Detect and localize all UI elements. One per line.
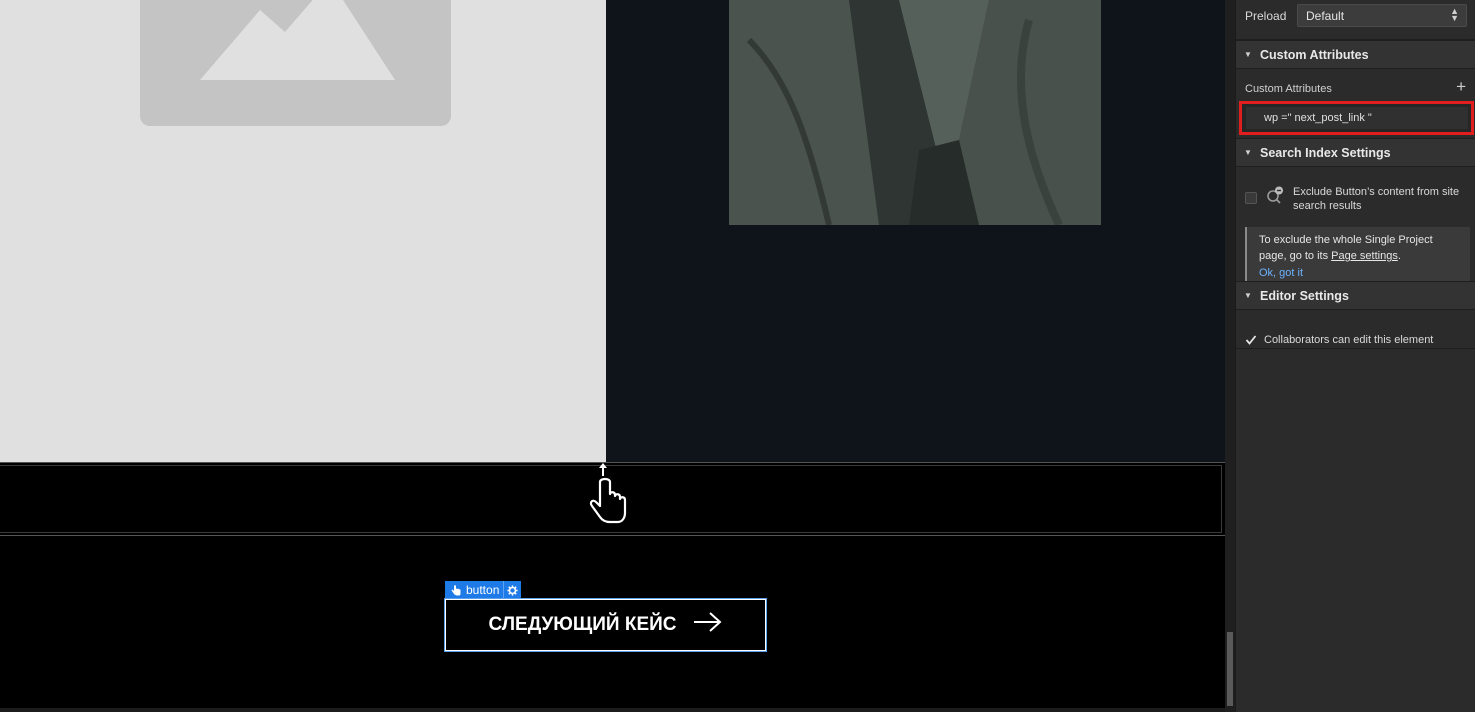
project-photo-section[interactable] (606, 0, 1225, 462)
canvas-scrollbar[interactable] (1225, 0, 1235, 712)
element-settings-panel: Preload Default ▲ ▼ ▼ Custom Attributes C… (1235, 0, 1475, 712)
collaborators-checkbox[interactable] (1245, 334, 1257, 346)
canvas-scrollbar-thumb[interactable] (1227, 632, 1233, 706)
caret-down-icon: ▼ (1244, 148, 1252, 157)
caret-down-icon: ▼ (1244, 50, 1252, 59)
preload-row: Preload Default ▲ ▼ (1236, 0, 1475, 40)
info-suffix: . (1397, 250, 1401, 262)
search-exclude-icon (1266, 186, 1284, 207)
editor-settings-body: Collaborators can edit this element (1236, 311, 1475, 349)
hand-icon (445, 584, 464, 596)
canvas-bottom-bar (0, 708, 1225, 712)
arrow-right-icon (693, 611, 723, 639)
preload-select[interactable]: Default ▲ ▼ (1297, 4, 1467, 27)
select-arrows-icon: ▲ ▼ (1450, 6, 1459, 23)
next-case-button-label: СЛЕДУЮЩИЙ КЕЙС (488, 614, 677, 635)
search-index-body: Exclude Button’s content from site searc… (1236, 168, 1475, 285)
exclude-search-checkbox[interactable] (1245, 192, 1257, 204)
custom-attributes-label: Custom Attributes (1245, 83, 1332, 95)
search-index-header[interactable]: ▼ Search Index Settings (1236, 138, 1475, 167)
next-case-button[interactable]: СЛЕДУЮЩИЙ КЕЙС (444, 598, 767, 652)
collaborators-label: Collaborators can edit this element (1264, 334, 1434, 346)
add-attribute-button[interactable]: + (1456, 77, 1466, 97)
image-placeholder-icon (140, 0, 451, 126)
image-placeholder-section[interactable] (0, 0, 606, 462)
custom-attribute-row[interactable]: wp =" next_post_link " (1239, 101, 1474, 135)
editor-settings-heading: Editor Settings (1260, 288, 1349, 303)
project-photo (729, 0, 1101, 225)
checkmark-icon (1245, 335, 1257, 345)
editor-settings-header[interactable]: ▼ Editor Settings (1236, 281, 1475, 310)
search-index-heading: Search Index Settings (1260, 145, 1391, 160)
custom-attributes-body: Custom Attributes + wp =" next_post_link… (1236, 70, 1475, 141)
preload-label: Preload (1245, 9, 1287, 23)
ok-got-it-link[interactable]: Ok, got it (1259, 265, 1460, 281)
preload-value: Default (1306, 9, 1345, 23)
caret-down-icon: ▼ (1244, 291, 1252, 300)
custom-attribute-value[interactable]: wp =" next_post_link " (1246, 107, 1468, 129)
page-settings-link[interactable]: Page settings (1331, 250, 1398, 262)
custom-attributes-header[interactable]: ▼ Custom Attributes (1236, 40, 1475, 69)
page-settings-info: To exclude the whole Single Project page… (1245, 227, 1470, 285)
gear-icon[interactable] (503, 581, 521, 599)
hand-cursor-icon (586, 462, 630, 526)
designer-canvas[interactable]: button СЛЕДУЮЩИЙ КЕЙС (0, 0, 1225, 712)
selected-element-label: button (466, 583, 500, 597)
selected-element-tag[interactable]: button (445, 581, 522, 599)
exclude-search-label: Exclude Button’s content from site searc… (1293, 186, 1460, 212)
custom-attributes-heading: Custom Attributes (1260, 47, 1369, 62)
